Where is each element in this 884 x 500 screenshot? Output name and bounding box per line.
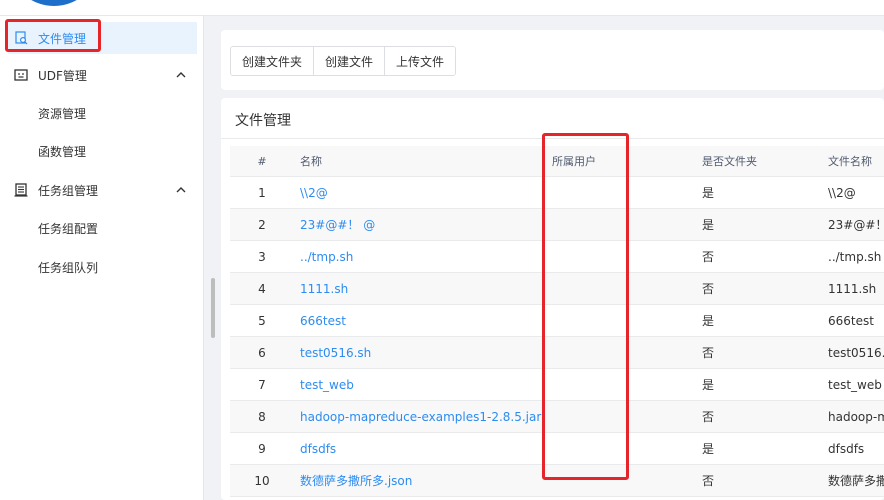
table-row: 8 hadoop-mapreduce-examples1-2.8.5.jar 否 ha… [230, 401, 884, 433]
row-index: 3 [258, 249, 266, 264]
table-row: 9 dfsdfs 是 dfsdfs [230, 433, 884, 465]
action-button-group: 创建文件夹 创建文件 上传文件 [230, 46, 457, 76]
table-row: 5 666test 是 666test [230, 305, 884, 337]
file-name-link[interactable]: \\2@ [300, 177, 550, 208]
owner-cell [552, 241, 692, 272]
taskgroup-icon [14, 183, 28, 197]
file-name-link[interactable]: 数德萨多撒所多.json [300, 465, 550, 496]
is-folder-cell: 是 [702, 442, 715, 456]
create-file-button[interactable]: 创建文件 [314, 47, 386, 75]
sidebar-item-label: 函数管理 [38, 144, 87, 159]
file-name-cell: \\2@ [828, 185, 856, 200]
row-index: 5 [258, 313, 266, 328]
table-row: 2 23#@#！ @ 是 23#@#！ [230, 209, 884, 241]
file-name-link[interactable]: test_web [300, 369, 550, 400]
upload-file-button[interactable]: 上传文件 [385, 47, 456, 75]
row-index: 8 [258, 409, 266, 424]
sidebar-item-label: UDF管理 [38, 68, 87, 83]
is-folder-cell: 否 [702, 346, 715, 360]
row-index: 10 [254, 473, 270, 488]
sidebar-item-label: 任务组配置 [38, 221, 99, 236]
sidebar-item-taskgroup-config[interactable]: 任务组配置 [8, 212, 197, 244]
file-name-link[interactable]: hadoop-mapreduce-examples1-2.8.5.jar [300, 401, 550, 432]
table-row: 3 ../tmp.sh 否 ../tmp.sh [230, 241, 884, 273]
sidebar-item-file-management[interactable]: 文件管理 [8, 22, 197, 54]
sidebar: 文件管理 UDF管理 资源管理 函数管理 任务组管理 任务组配置 任务组队列 [0, 16, 204, 500]
file-name-cell: dfsdfs [828, 441, 865, 456]
row-index: 7 [258, 377, 266, 392]
sidebar-item-resource-management[interactable]: 资源管理 [8, 97, 197, 129]
sidebar-item-label: 任务组管理 [38, 183, 99, 198]
table-row: 1 \\2@ 是 \\2@ [230, 177, 884, 209]
card-title: 文件管理 [235, 113, 291, 129]
file-table-card: 文件管理 # 名称 所属用户 是否文件夹 文件名称 1 \\2@ 是 \\2@ 2 23#… [221, 98, 884, 500]
row-index: 2 [258, 217, 266, 232]
file-name-link[interactable]: 666test [300, 305, 550, 336]
sidebar-item-taskgroup-queue[interactable]: 任务组队列 [8, 251, 197, 283]
owner-cell [552, 369, 692, 400]
column-header-owner: 所属用户 [552, 155, 596, 168]
udf-icon [14, 68, 28, 82]
file-name-cell: 1111.sh [828, 281, 877, 296]
row-index: 4 [258, 281, 266, 296]
is-folder-cell: 否 [702, 474, 715, 488]
row-index: 1 [258, 185, 266, 200]
is-folder-cell: 否 [702, 410, 715, 424]
table-row: 6 test0516.sh 否 test0516.sh [230, 337, 884, 369]
file-name-link[interactable]: 1111.sh [300, 273, 550, 304]
is-folder-cell: 是 [702, 314, 715, 328]
column-header-file-name: 文件名称 [828, 155, 872, 168]
column-header-name: 名称 [300, 155, 322, 168]
file-name-cell: hadoop-ma [828, 409, 884, 424]
file-name-link[interactable]: 23#@#！ @ [300, 209, 550, 240]
file-name-link[interactable]: ../tmp.sh [300, 241, 550, 272]
file-name-link[interactable]: test0516.sh [300, 337, 550, 368]
owner-cell [552, 273, 692, 304]
file-name-link[interactable]: dfsdfs [300, 433, 550, 464]
top-header [0, 0, 884, 16]
divider [221, 138, 884, 139]
owner-cell [552, 433, 692, 464]
owner-cell [552, 401, 692, 432]
file-name-cell: test0516.sh [828, 345, 884, 360]
file-name-cell: test_web [828, 377, 882, 392]
table-row: 4 1111.sh 否 1111.sh [230, 273, 884, 305]
file-search-icon [14, 31, 28, 45]
file-name-cell: ../tmp.sh [828, 249, 882, 264]
is-folder-cell: 是 [702, 186, 715, 200]
table-row: 7 test_web 是 test_web [230, 369, 884, 401]
table-header-row: # 名称 所属用户 是否文件夹 文件名称 [230, 146, 884, 177]
owner-cell [552, 465, 692, 496]
owner-cell [552, 305, 692, 336]
sidebar-item-taskgroup-management[interactable]: 任务组管理 [8, 174, 197, 206]
file-name-cell: 666test [828, 313, 874, 328]
is-folder-cell: 否 [702, 282, 715, 296]
sidebar-item-function-management[interactable]: 函数管理 [8, 135, 197, 167]
table-row: 10 数德萨多撒所多.json 否 数德萨多撒所 [230, 465, 884, 497]
chevron-up-icon [176, 187, 186, 193]
sidebar-item-label: 任务组队列 [38, 260, 99, 275]
create-folder-button[interactable]: 创建文件夹 [231, 47, 315, 75]
file-table: # 名称 所属用户 是否文件夹 文件名称 1 \\2@ 是 \\2@ 2 23#@#！ @… [230, 146, 884, 497]
owner-cell [552, 209, 692, 240]
row-index: 9 [258, 441, 266, 456]
toolbar: 创建文件夹 创建文件 上传文件 [221, 30, 884, 90]
is-folder-cell: 否 [702, 250, 715, 264]
file-name-cell: 数德萨多撒所 [828, 474, 884, 488]
sidebar-item-udf-management[interactable]: UDF管理 [8, 59, 197, 91]
owner-cell [552, 337, 692, 368]
sidebar-scrollbar[interactable] [211, 278, 215, 338]
row-index: 6 [258, 345, 266, 360]
sidebar-item-label: 资源管理 [38, 106, 87, 121]
column-header-index: # [257, 154, 267, 168]
column-header-is-folder: 是否文件夹 [702, 155, 757, 168]
owner-cell [552, 177, 692, 208]
is-folder-cell: 是 [702, 378, 715, 392]
sidebar-item-label: 文件管理 [38, 31, 87, 46]
file-name-cell: 23#@#！ [828, 218, 884, 232]
chevron-up-icon [176, 72, 186, 78]
is-folder-cell: 是 [702, 218, 715, 232]
